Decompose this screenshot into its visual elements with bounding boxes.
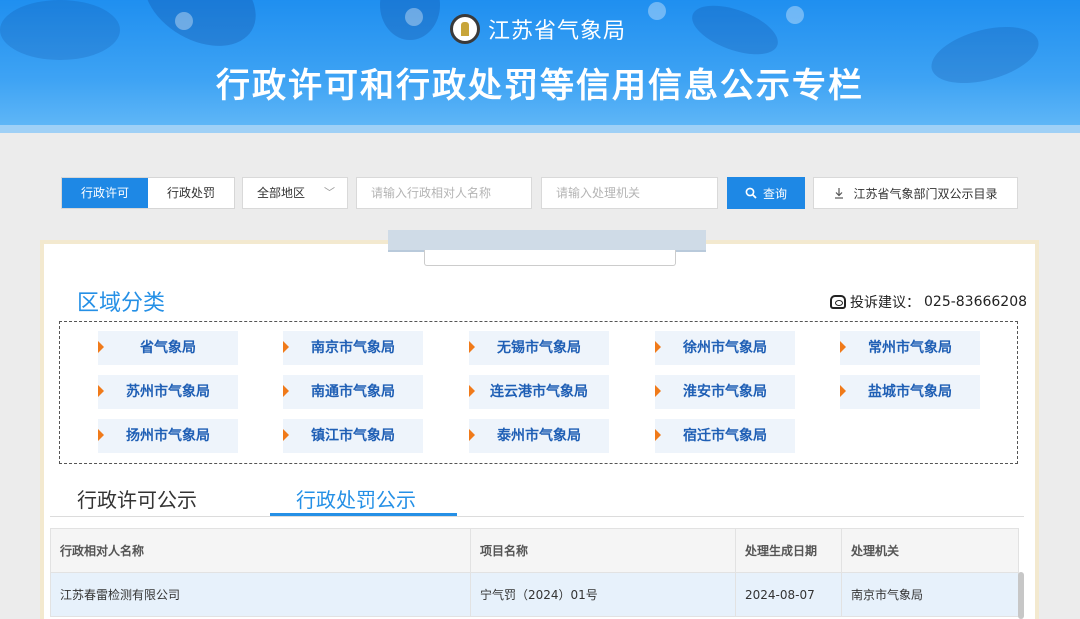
chevron-down-icon: ﹀ — [324, 186, 335, 199]
header-banner: 江苏省气象局 行政许可和行政处罚等信用信息公示专栏 — [0, 0, 1080, 133]
table-cell: 南京市气象局 — [841, 572, 1019, 617]
column-header: 处理生成日期 — [735, 528, 842, 573]
map-dot — [786, 6, 804, 24]
catalog-label: 江苏省气象部门双公示目录 — [853, 186, 998, 201]
region-label: 镇江市气象局 — [311, 428, 395, 444]
region-label: 连云港市气象局 — [490, 384, 588, 400]
region-label: 扬州市气象局 — [126, 428, 210, 444]
authority-input[interactable] — [556, 179, 717, 207]
type-tab-permit[interactable]: 行政许可 — [62, 178, 148, 208]
name-field[interactable] — [356, 177, 532, 209]
region-label: 泰州市气象局 — [497, 428, 581, 444]
region-label: 苏州市气象局 — [126, 384, 210, 400]
region-section-title: 区域分类 — [77, 291, 166, 316]
authority-field[interactable] — [541, 177, 718, 209]
region-label: 宿迁市气象局 — [683, 428, 767, 444]
table-cell: 江苏春雷检测有限公司 — [50, 572, 471, 617]
column-header: 项目名称 — [470, 528, 736, 573]
card-notch-inner — [424, 250, 676, 266]
tab-divider — [50, 516, 1024, 517]
table-header-row: 行政相对人名称 项目名称 处理生成日期 处理机关 — [50, 528, 1019, 573]
table-cell: 宁气罚（2024）01号 — [470, 572, 736, 617]
map-dot — [175, 12, 193, 30]
region-item-yangzhou[interactable]: 扬州市气象局 — [98, 419, 238, 453]
map-shape — [685, 0, 785, 65]
region-label: 徐州市气象局 — [683, 340, 767, 356]
meteorological-bureau-logo-icon — [450, 14, 480, 44]
query-button[interactable]: 查询 — [727, 177, 805, 209]
region-label: 盐城市气象局 — [868, 384, 952, 400]
region-label: 常州市气象局 — [868, 340, 952, 356]
banner-strip — [0, 125, 1080, 133]
type-tab-penalty[interactable]: 行政处罚 — [148, 178, 234, 208]
column-header: 处理机关 — [841, 528, 1019, 573]
page-title: 行政许可和行政处罚等信用信息公示专栏 — [216, 66, 864, 106]
region-item-nantong[interactable]: 南通市气象局 — [283, 375, 423, 409]
query-label: 查询 — [762, 186, 787, 201]
tab-permit-notice[interactable]: 行政许可公示 — [77, 484, 197, 513]
region-label: 淮安市气象局 — [683, 384, 767, 400]
region-item-yancheng[interactable]: 盐城市气象局 — [840, 375, 980, 409]
region-item-wuxi[interactable]: 无锡市气象局 — [469, 331, 609, 365]
tab-penalty-notice[interactable]: 行政处罚公示 — [296, 484, 416, 513]
region-item-huaian[interactable]: 淮安市气象局 — [655, 375, 795, 409]
region-label: 无锡市气象局 — [497, 340, 581, 356]
table-row[interactable]: 江苏春雷检测有限公司 宁气罚（2024）01号 2024-08-07 南京市气象… — [50, 572, 1019, 617]
org-name: 江苏省气象局 — [488, 19, 627, 44]
search-toolbar: 行政许可 行政处罚 全部地区 ﹀ 查询 江苏省气象部门双公示目录 — [0, 133, 1080, 231]
search-icon — [745, 187, 757, 199]
name-input[interactable] — [371, 179, 531, 207]
complaint-label: 投诉建议： — [850, 295, 920, 311]
region-item-taizhou[interactable]: 泰州市气象局 — [469, 419, 609, 453]
brand: 江苏省气象局 — [450, 12, 626, 46]
complaint-info: 投诉建议： 025-83666208 — [830, 292, 1027, 312]
region-select-value: 全部地区 — [257, 186, 306, 200]
complaint-phone: 025-83666208 — [924, 294, 1028, 310]
map-shape — [0, 0, 120, 60]
region-item-xuzhou[interactable]: 徐州市气象局 — [655, 331, 795, 365]
active-tab-indicator — [270, 513, 457, 516]
phone-icon — [830, 295, 846, 309]
region-label: 省气象局 — [140, 340, 196, 356]
region-label: 南京市气象局 — [311, 340, 395, 356]
region-item-lianyungang[interactable]: 连云港市气象局 — [469, 375, 609, 409]
table-cell: 2024-08-07 — [735, 572, 842, 617]
results-table: 行政相对人名称 项目名称 处理生成日期 处理机关 江苏春雷检测有限公司 宁气罚（… — [50, 528, 1024, 619]
region-item-suzhou[interactable]: 苏州市气象局 — [98, 375, 238, 409]
map-dot — [405, 8, 423, 26]
table-scrollbar[interactable] — [1018, 572, 1024, 619]
region-item-province[interactable]: 省气象局 — [98, 331, 238, 365]
catalog-download-button[interactable]: 江苏省气象部门双公示目录 — [813, 177, 1018, 209]
type-toggle: 行政许可 行政处罚 — [61, 177, 235, 209]
region-label: 南通市气象局 — [311, 384, 395, 400]
region-item-changzhou[interactable]: 常州市气象局 — [840, 331, 980, 365]
map-dot — [648, 2, 666, 20]
region-item-nanjing[interactable]: 南京市气象局 — [283, 331, 423, 365]
map-shape — [128, 0, 272, 65]
region-select[interactable]: 全部地区 ﹀ — [242, 177, 348, 209]
region-item-suqian[interactable]: 宿迁市气象局 — [655, 419, 795, 453]
card-notch — [388, 230, 706, 252]
region-item-zhenjiang[interactable]: 镇江市气象局 — [283, 419, 423, 453]
download-icon — [835, 188, 844, 199]
column-header: 行政相对人名称 — [50, 528, 471, 573]
